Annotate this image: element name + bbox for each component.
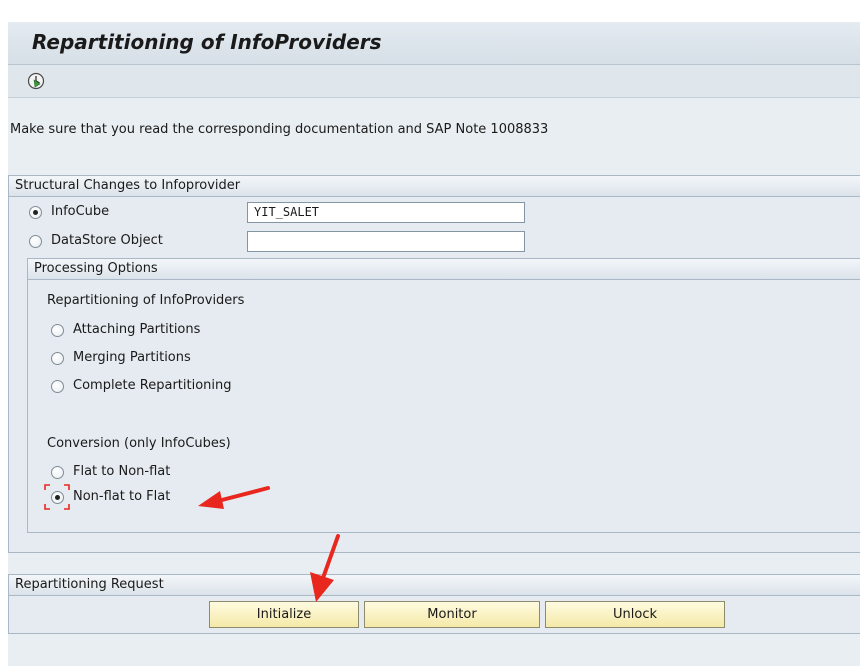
infocube-radio[interactable] [29, 206, 42, 219]
repartitioning-request-group: Repartitioning Request Initialize Monito… [8, 574, 860, 634]
infocube-input[interactable]: YIT_SALET [247, 202, 525, 223]
complete-repartitioning-label: Complete Repartitioning [73, 378, 232, 393]
datastore-input[interactable] [247, 231, 525, 252]
processing-options-group: Processing Options Repartitioning of Inf… [27, 258, 860, 533]
flat-to-nonflat-radio[interactable] [51, 466, 64, 479]
sap-screen: Repartitioning of InfoProviders Make sur… [8, 22, 860, 666]
unlock-button[interactable]: Unlock [545, 601, 725, 628]
monitor-button[interactable]: Monitor [364, 601, 540, 628]
initialize-button[interactable]: Initialize [209, 601, 359, 628]
structural-changes-group: Structural Changes to Infoprovider InfoC… [8, 175, 860, 553]
repartitioning-request-header: Repartitioning Request [9, 575, 860, 596]
structural-changes-header: Structural Changes to Infoprovider [9, 176, 860, 197]
processing-options-header: Processing Options [28, 259, 860, 280]
complete-repartitioning-radio[interactable] [51, 380, 64, 393]
request-button-bar: Initialize Monitor Unlock [209, 601, 729, 628]
documentation-note: Make sure that you read the correspondin… [10, 122, 549, 137]
attaching-partitions-radio[interactable] [51, 324, 64, 337]
conversion-section-label: Conversion (only InfoCubes) [47, 436, 231, 451]
nonflat-to-flat-radio[interactable] [51, 491, 64, 504]
nonflat-to-flat-label: Non-flat to Flat [73, 489, 171, 504]
title-bar: Repartitioning of InfoProviders [8, 22, 860, 65]
application-toolbar [8, 65, 860, 98]
merging-partitions-radio[interactable] [51, 352, 64, 365]
merging-partitions-label: Merging Partitions [73, 350, 191, 365]
flat-to-nonflat-label: Flat to Non-flat [73, 464, 171, 479]
repartitioning-section-label: Repartitioning of InfoProviders [47, 293, 245, 308]
attaching-partitions-label: Attaching Partitions [73, 322, 201, 337]
datastore-radio[interactable] [29, 235, 42, 248]
page-title: Repartitioning of InfoProviders [32, 30, 382, 54]
datastore-label: DataStore Object [51, 233, 163, 248]
execute-clock-icon[interactable] [26, 71, 46, 91]
infocube-label: InfoCube [51, 204, 110, 219]
